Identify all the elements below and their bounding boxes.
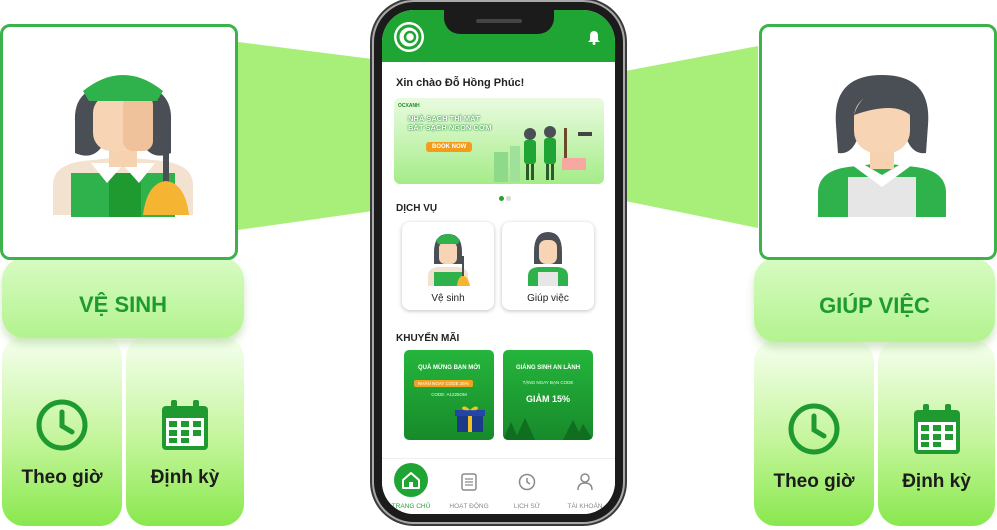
service-title: GIÚP VIỆC <box>819 293 930 318</box>
service-title: VỆ SINH <box>78 292 168 317</box>
banner-pagination <box>499 188 513 206</box>
cleaner-illustration <box>43 65 203 230</box>
nav-label: TRANG CHỦ <box>391 503 431 510</box>
bottom-nav: TRANG CHỦ HOẠT ĐỘNG LỊCH SỬ TÀI KHOẢN <box>382 458 615 514</box>
promo-banner[interactable]: OCXANH NHÀ SẠCH THÌ MÁT BÁT SẠCH NGON CƠ… <box>394 98 604 184</box>
nav-label: HOẠT ĐỘNG <box>449 503 489 510</box>
promos-section-title: KHUYẾN MÃI <box>396 333 460 344</box>
banner-brand: OCXANH <box>398 103 420 109</box>
left-service-title[interactable]: VỆ SINH <box>2 258 244 338</box>
right-option-periodic[interactable]: Định kỳ <box>878 340 995 526</box>
promo-card-christmas[interactable]: GIÁNG SINH AN LÀNH TẶNG NGAY BẠN CODE GI… <box>503 350 593 440</box>
calendar-icon <box>911 402 963 461</box>
service-label: Vệ sinh <box>431 293 465 304</box>
services-section-title: DỊCH VỤ <box>396 203 438 214</box>
banner-headline-line-1: NHÀ SẠCH THÌ MÁT <box>408 114 481 123</box>
housekeeper-illustration <box>802 65 962 230</box>
option-label: Theo giờ <box>773 471 855 492</box>
promo-subtitle: TẶNG NGAY BẠN CODE <box>522 380 574 385</box>
activity-list-icon <box>461 473 477 496</box>
service-label: Giúp việc <box>527 293 569 304</box>
home-icon <box>394 463 428 497</box>
nav-label: LỊCH SỬ <box>513 503 541 510</box>
banner-cleaners-illustration <box>494 126 592 182</box>
pagination-dot[interactable] <box>506 196 511 201</box>
user-icon <box>577 473 593 496</box>
book-now-button[interactable]: BOOK NOW <box>426 142 473 152</box>
cleaner-icon <box>424 230 472 291</box>
service-card-cleaning[interactable]: Vệ sinh <box>402 222 494 310</box>
phone-mockup: Xin chào Đỗ Hồng Phúc! OCXANH NHÀ SẠCH T… <box>374 2 623 522</box>
promo-badge: NHẬN NGAY CODE 25% <box>414 380 473 387</box>
banner-headline-line-2: BÁT SẠCH NGON CƠM <box>408 123 492 132</box>
clock-icon <box>787 402 841 461</box>
gift-icon <box>455 406 485 432</box>
promo-title: GIÁNG SINH AN LÀNH <box>515 365 581 371</box>
left-option-hourly[interactable]: Theo giờ <box>2 336 122 526</box>
option-label: Theo giờ <box>21 467 103 488</box>
pagination-dot-active[interactable] <box>499 196 504 201</box>
banner-headline: NHÀ SẠCH THÌ MÁT BÁT SẠCH NGON CƠM <box>408 114 491 132</box>
app-header <box>382 10 615 62</box>
nav-account[interactable]: TÀI KHOẢN <box>556 459 614 514</box>
bell-icon[interactable] <box>587 30 601 50</box>
housekeeper-card <box>759 24 997 260</box>
promo-code: CODE: A1225OM <box>431 392 467 397</box>
service-card-housekeeping[interactable]: Giúp việc <box>502 222 594 310</box>
right-option-hourly[interactable]: Theo giờ <box>754 340 874 526</box>
promo-discount: GIẢM 15% <box>525 394 570 404</box>
cleaner-card <box>0 24 238 260</box>
greeting-text: Xin chào Đỗ Hồng Phúc! <box>396 77 525 89</box>
nav-history[interactable]: LỊCH SỬ <box>498 459 556 514</box>
nav-home[interactable]: TRANG CHỦ <box>382 459 440 514</box>
calendar-icon <box>159 398 211 457</box>
pine-trees-decoration <box>503 418 593 440</box>
app-logo <box>394 22 424 52</box>
promo-card-new-user[interactable]: QUÀ MỪNG BẠN MỚI NHẬN NGAY CODE 25% CODE… <box>404 350 494 440</box>
right-service-title[interactable]: GIÚP VIỆC <box>754 258 995 342</box>
option-label: Định kỳ <box>902 471 971 492</box>
option-label: Định kỳ <box>150 467 220 488</box>
housekeeper-icon <box>524 230 572 291</box>
phone-notch <box>444 10 554 34</box>
nav-label: TÀI KHOẢN <box>567 503 603 510</box>
promo-title: QUÀ MỪNG BẠN MỚI <box>417 365 481 371</box>
clock-icon <box>35 398 89 457</box>
left-option-periodic[interactable]: Định kỳ <box>126 336 244 526</box>
app-screen: Xin chào Đỗ Hồng Phúc! OCXANH NHÀ SẠCH T… <box>382 10 615 514</box>
history-clock-icon <box>518 473 536 496</box>
nav-activity[interactable]: HOẠT ĐỘNG <box>440 459 498 514</box>
